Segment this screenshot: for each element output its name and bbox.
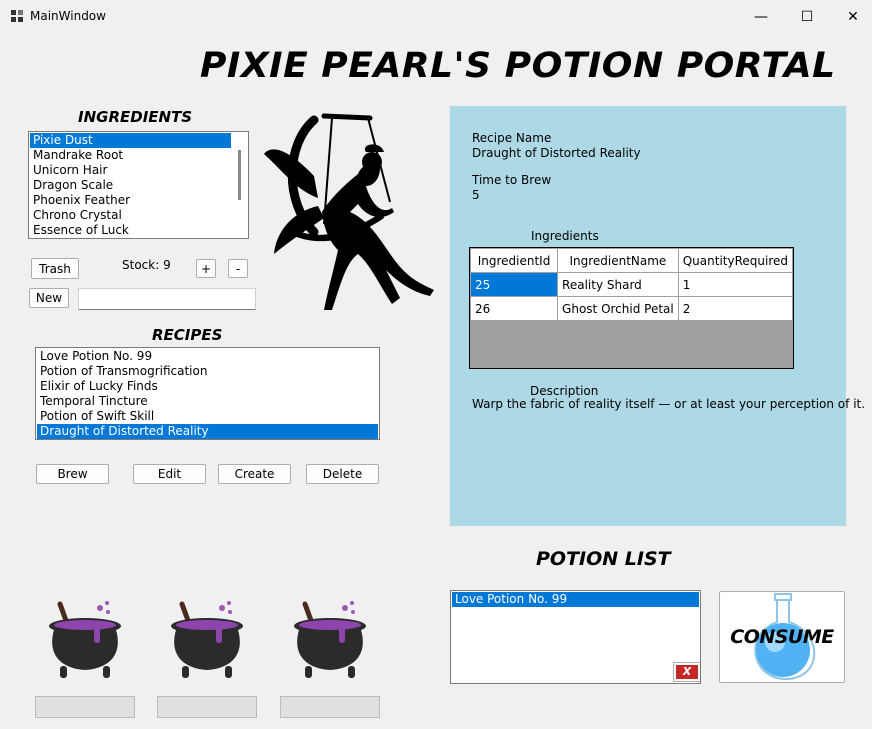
ingredient-list-item[interactable]: Dragon Scale — [30, 178, 231, 193]
recipes-listbox[interactable]: Love Potion No. 99 Potion of Transmogrifi… — [35, 347, 380, 440]
ingredient-list-item[interactable]: Mandrake Root — [30, 148, 231, 163]
trash-button[interactable]: Trash — [31, 258, 79, 279]
recipe-ingredients-label: Ingredients — [531, 229, 599, 243]
cauldron-status-3 — [280, 696, 380, 718]
brew-time-value: 5 — [472, 188, 480, 202]
potion-list-item[interactable]: Love Potion No. 99 — [452, 592, 699, 607]
table-row[interactable]: 26 Ghost Orchid Petal 2 — [469, 296, 794, 321]
cell-ingredient-name[interactable]: Reality Shard — [557, 272, 679, 297]
column-header-quantity-required[interactable]: QuantityRequired — [677, 248, 794, 273]
new-ingredient-input[interactable] — [78, 288, 256, 310]
cell-quantity[interactable]: 1 — [677, 272, 794, 297]
recipe-name-label: Recipe Name — [472, 131, 552, 145]
cell-quantity[interactable]: 2 — [677, 296, 794, 321]
stock-increase-button[interactable]: + — [196, 259, 216, 278]
ingredient-list-item[interactable]: Phoenix Feather — [30, 193, 231, 208]
brew-time-label: Time to Brew — [472, 173, 552, 187]
cauldron-icon — [49, 601, 121, 678]
recipe-ingredients-grid[interactable]: IngredientId IngredientName QuantityRequ… — [469, 247, 794, 369]
recipe-name-value: Draught of Distorted Reality — [472, 146, 641, 160]
fairy-swing-image — [264, 113, 434, 310]
x-icon: X — [676, 665, 698, 679]
delete-recipe-button[interactable]: Delete — [306, 464, 379, 484]
ingredient-list-item[interactable]: Essence of Luck — [30, 223, 231, 238]
delete-potion-button[interactable]: X — [673, 662, 700, 682]
edit-recipe-button[interactable]: Edit — [133, 464, 206, 484]
ingredient-list-item[interactable]: Pixie Dust — [30, 133, 231, 148]
recipe-list-item[interactable]: Love Potion No. 99 — [37, 349, 378, 364]
recipe-list-item[interactable]: Potion of Transmogrification — [37, 364, 378, 379]
consume-label: CONSUME — [730, 626, 834, 648]
brew-button[interactable]: Brew — [36, 464, 109, 484]
new-ingredient-button[interactable]: New — [29, 288, 69, 308]
maximize-button[interactable]: ☐ — [784, 0, 830, 34]
app-icon — [11, 10, 23, 22]
cauldron-status-1 — [35, 696, 135, 718]
potion-listbox[interactable]: Love Potion No. 99 X — [450, 590, 701, 684]
description-label: Description — [530, 384, 599, 398]
cell-ingredient-id[interactable]: 25 — [469, 272, 559, 297]
ingredients-scrollbar[interactable] — [238, 150, 241, 200]
potion-list-heading: POTION LIST — [536, 548, 671, 570]
minimize-button[interactable]: — — [738, 0, 784, 34]
create-recipe-button[interactable]: Create — [218, 464, 291, 484]
column-header-ingredient-name[interactable]: IngredientName — [557, 248, 679, 273]
ingredients-heading: INGREDIENTS — [78, 108, 193, 126]
recipe-list-item[interactable]: Elixir of Lucky Finds — [37, 379, 378, 394]
table-row[interactable]: 25 Reality Shard 1 — [469, 272, 794, 297]
recipe-list-item[interactable]: Draught of Distorted Reality — [37, 424, 378, 439]
cell-ingredient-id[interactable]: 26 — [469, 296, 559, 321]
stock-decrease-button[interactable]: - — [228, 259, 248, 278]
app-banner-title: PIXIE PEARL'S POTION PORTAL — [200, 46, 836, 86]
cauldron-icon — [171, 601, 243, 678]
cauldron-icon — [294, 601, 366, 678]
ingredients-listbox[interactable]: Pixie Dust Mandrake Root Unicorn Hair Drago… — [28, 131, 249, 239]
ingredient-list-item[interactable]: Chrono Crystal — [30, 208, 231, 223]
column-header-ingredient-id[interactable]: IngredientId — [469, 248, 559, 273]
stock-label: Stock: 9 — [122, 258, 171, 272]
recipe-list-item[interactable]: Temporal Tincture — [37, 394, 378, 409]
ingredient-list-item[interactable]: Unicorn Hair — [30, 163, 231, 178]
description-value: Warp the fabric of reality itself — or a… — [472, 397, 866, 411]
close-button[interactable]: ✕ — [830, 0, 872, 34]
consume-button[interactable]: CONSUME — [719, 591, 845, 683]
cell-ingredient-name[interactable]: Ghost Orchid Petal — [557, 296, 679, 321]
recipes-heading: RECIPES — [152, 326, 223, 344]
cauldron-status-2 — [157, 696, 257, 718]
recipe-list-item[interactable]: Potion of Swift Skill — [37, 409, 378, 424]
window-title: MainWindow — [30, 9, 106, 23]
